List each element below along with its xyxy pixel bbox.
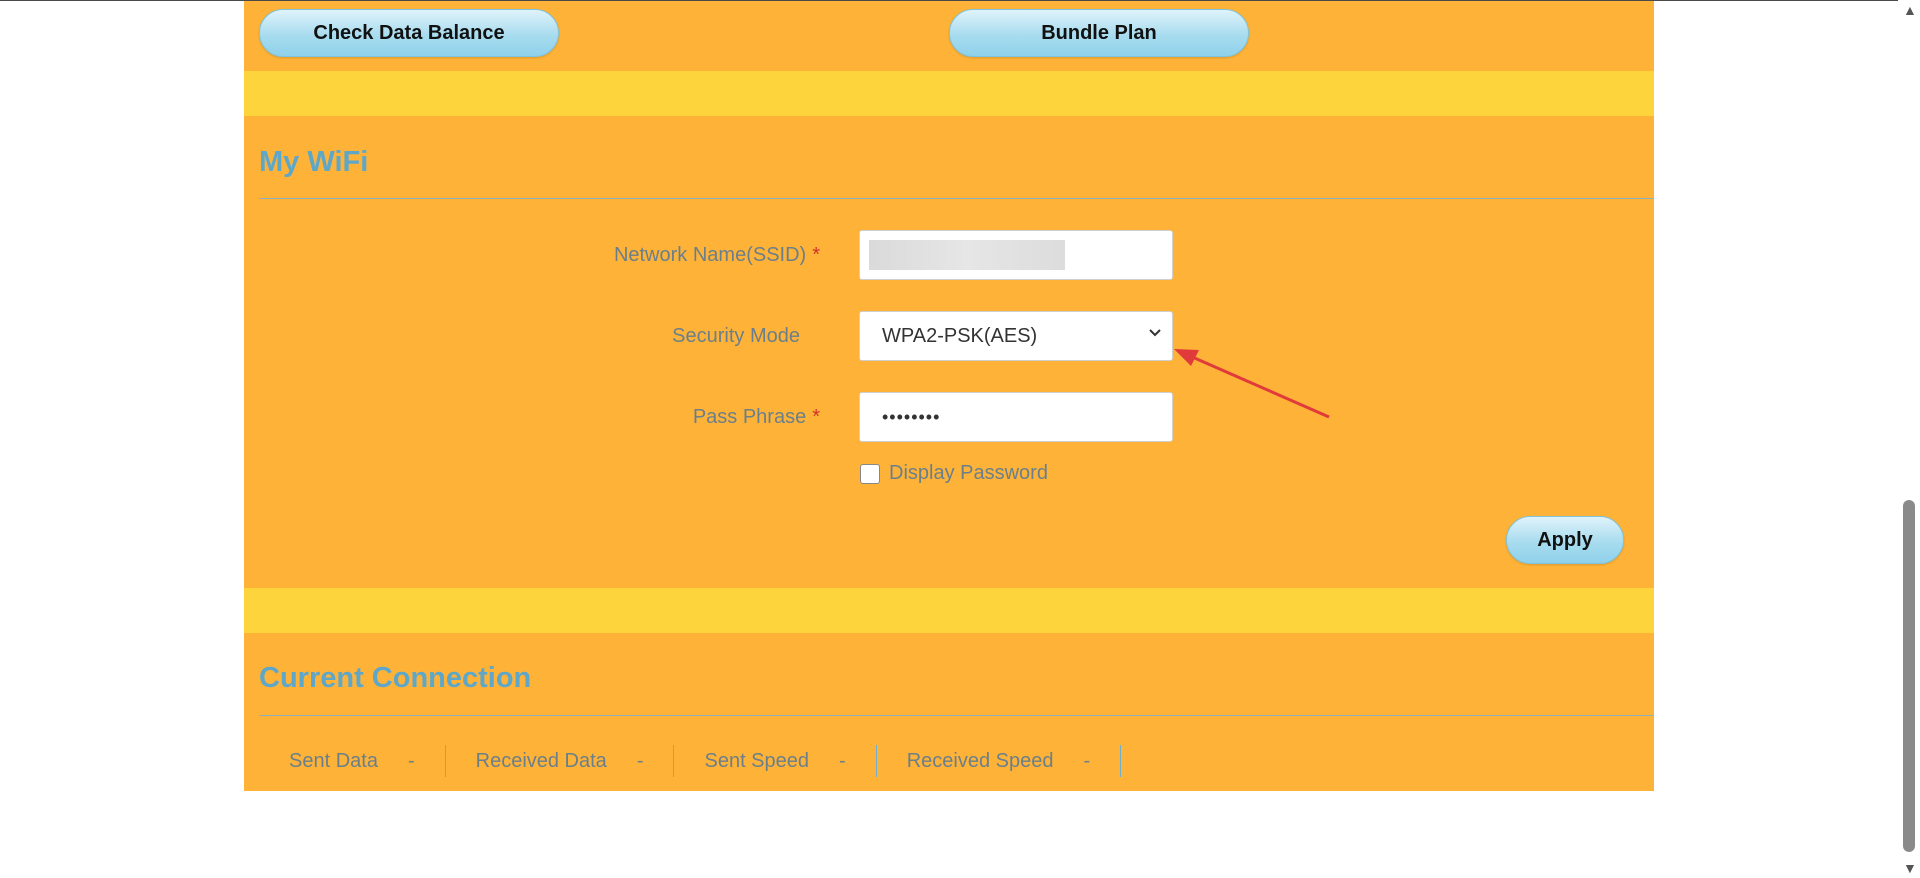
section-rule [259,198,1654,199]
scrollbar-thumb[interactable] [1903,500,1915,852]
stat-label: Received Data [475,749,607,772]
redacted-ssid-value [869,240,1065,270]
security-mode-value: WPA2-PSK(AES) [882,324,1038,347]
section-rule [259,715,1654,716]
pass-phrase-input[interactable]: •••••••• [859,392,1173,442]
ssid-input[interactable] [859,230,1173,280]
stat-received-data: Received Data - [446,745,675,777]
display-password-checkbox[interactable] [860,464,880,484]
display-password-label[interactable]: Display Password [889,462,1048,485]
current-connection-title: Current Connection [259,662,532,694]
pass-phrase-value: •••••••• [882,406,941,427]
stat-sent-data: Sent Data - [259,745,446,777]
scroll-down-icon[interactable]: ▼ [1903,860,1917,876]
ssid-label: Network Name(SSID) * [440,244,820,267]
main-panel: Check Data Balance Bundle Plan My WiFi N… [244,1,1654,791]
stat-value: - [407,749,415,772]
stat-sent-speed: Sent Speed - [674,745,877,777]
stat-label: Sent Speed [704,749,810,772]
stat-value: - [839,749,846,772]
vertical-scrollbar[interactable]: ▲ ▼ [1898,0,1920,878]
scroll-up-icon[interactable]: ▲ [1903,2,1917,18]
connection-stats: Sent Data - Received Data - Sent Speed - Re… [259,745,1122,777]
stat-value: - [636,749,644,772]
stat-value: - [1083,749,1091,772]
ssid-label-text: Network Name(SSID) [613,244,807,266]
bundle-plan-button[interactable]: Bundle Plan [949,9,1249,57]
section-divider-band [244,71,1654,116]
stat-label: Sent Data [289,749,378,772]
required-mark: * [812,406,820,428]
section-divider-band [244,588,1654,633]
pass-phrase-label: Pass Phrase * [440,406,820,429]
check-data-balance-button[interactable]: Check Data Balance [259,9,559,57]
apply-button[interactable]: Apply [1506,516,1624,564]
stat-label: Received Speed [906,749,1054,772]
stat-received-speed: Received Speed - [877,745,1122,777]
security-mode-select[interactable]: WPA2-PSK(AES) [859,311,1173,361]
chevron-down-icon [1148,324,1162,345]
security-mode-label: Security Mode [672,325,800,347]
my-wifi-title: My WiFi [259,146,369,178]
required-mark: * [812,244,820,266]
pass-phrase-label-text: Pass Phrase [692,406,807,428]
